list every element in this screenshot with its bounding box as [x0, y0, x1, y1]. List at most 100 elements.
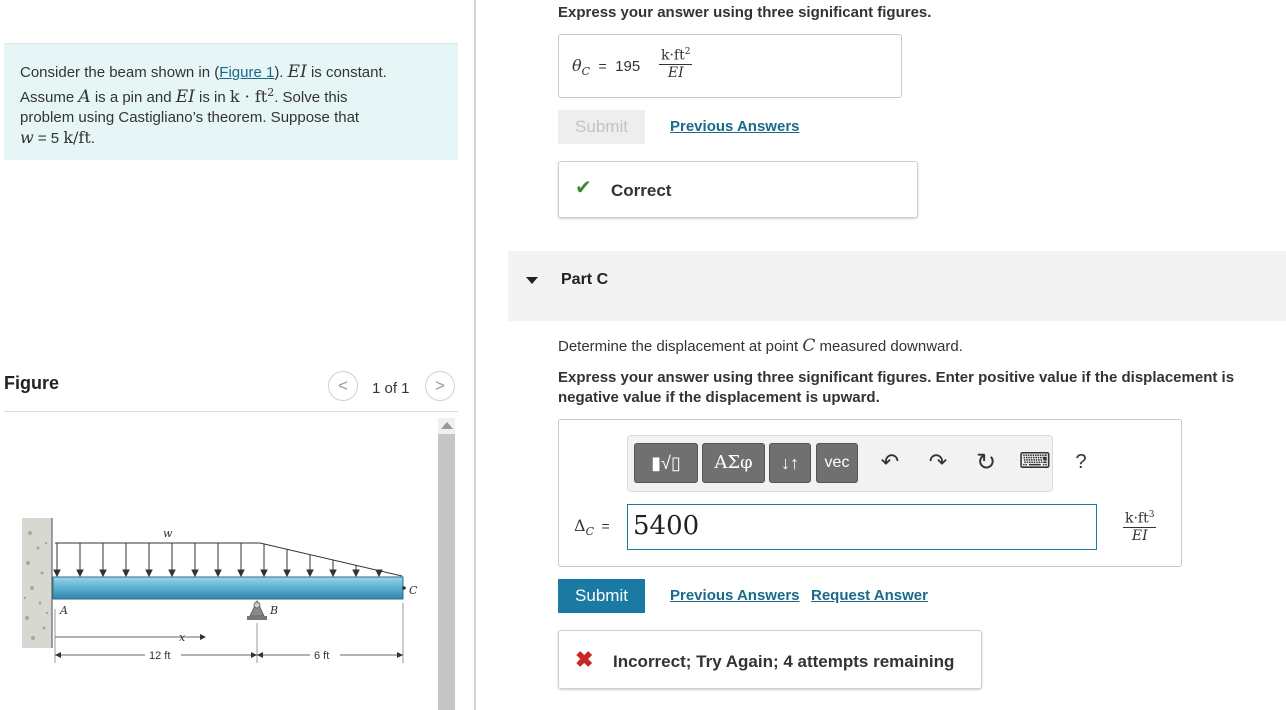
- label-x: x: [179, 631, 186, 644]
- figure-next-button[interactable]: >: [425, 371, 455, 401]
- unit-exponent: 3: [1148, 510, 1155, 520]
- beam: [52, 576, 404, 600]
- greek-icon: ΑΣφ: [714, 452, 753, 473]
- theta-subscript: C: [581, 65, 591, 79]
- partb-answer-value: 195: [615, 58, 641, 75]
- w-symbol: w: [20, 128, 34, 147]
- equals-sign: =: [601, 518, 610, 534]
- load-label: w: [163, 527, 173, 540]
- theta-symbol: θ: [572, 56, 582, 75]
- help-icon: ?: [1075, 451, 1087, 473]
- reset-icon: ↻: [975, 449, 997, 476]
- problem-statement: Consider the beam shown in (Figure 1). E…: [4, 43, 458, 160]
- w-unit: k/ft: [63, 128, 91, 147]
- vec-icon: vec: [824, 454, 850, 471]
- partc-question: Determine the displacement at point C me…: [558, 336, 963, 356]
- instruction-line: Express your answer using three signific…: [558, 369, 1235, 386]
- vector-button[interactable]: vec: [816, 443, 858, 483]
- problem-text: is constant.: [310, 64, 387, 81]
- partb-answer-box: θC = 195 k·ft2 EI: [558, 34, 902, 98]
- problem-text: is in: [199, 89, 226, 106]
- problem-text: ).: [274, 64, 284, 81]
- delta-symbol: Δ: [574, 516, 586, 535]
- label-b: B: [269, 604, 278, 617]
- partc-answer-input[interactable]: 5400: [627, 504, 1097, 550]
- partb-feedback-text: Correct: [611, 181, 672, 200]
- w-value: = 5: [37, 130, 60, 147]
- unit-numerator: k·ft: [661, 47, 685, 64]
- x-mark-icon: ✖: [575, 647, 594, 672]
- partc-title: Part C: [561, 271, 609, 288]
- pin-support-b: [247, 600, 267, 620]
- partc-answer-box: ▮√▯ ΑΣφ ↓↑ vec ↶ ↷ ↻ ⌨ ? ΔC = 5400 k·ft3…: [558, 419, 1182, 567]
- question-text: measured downward.: [819, 338, 963, 355]
- partc-feedback: ✖ Incorrect; Try Again; 4 attempts remai…: [558, 630, 982, 689]
- panel-divider: [474, 0, 476, 710]
- figure-title: Figure: [4, 373, 60, 393]
- load-line: [55, 542, 403, 577]
- arrows-button[interactable]: ↓↑: [769, 443, 811, 483]
- partc-instruction: Express your answer using three signific…: [558, 368, 1286, 408]
- problem-text: . Solve this: [274, 89, 348, 106]
- dim-12ft: 12 ft: [149, 650, 170, 662]
- scroll-up-icon[interactable]: [441, 422, 453, 429]
- c-symbol: C: [802, 336, 816, 356]
- partc-input-value: 5400: [633, 511, 700, 541]
- problem-text: Assume: [20, 89, 75, 106]
- figure-link[interactable]: Figure 1: [219, 64, 274, 81]
- partb-instruction: Express your answer using three signific…: [558, 4, 932, 21]
- undo-icon: ↶: [880, 449, 900, 474]
- partb-feedback: ✔ Correct: [558, 161, 918, 218]
- templates-icon: ▮√▯: [651, 453, 681, 473]
- chevron-left-icon: <: [338, 376, 348, 395]
- problem-text: problem using Castigliano’s theorem. Sup…: [20, 109, 360, 126]
- label-a: A: [59, 604, 68, 617]
- reset-button[interactable]: ↻: [972, 448, 1000, 477]
- unit-exponent: 2: [684, 47, 691, 57]
- greek-symbols-button[interactable]: ΑΣφ: [702, 443, 765, 483]
- figure-prev-button[interactable]: <: [328, 371, 358, 401]
- a-symbol: A: [78, 87, 91, 107]
- templates-button[interactable]: ▮√▯: [634, 443, 698, 483]
- figure-divider: [4, 411, 458, 412]
- label-c: C: [409, 584, 418, 597]
- redo-button[interactable]: ↷: [924, 449, 952, 475]
- chevron-right-icon: >: [435, 376, 445, 395]
- partc-header[interactable]: Part C: [508, 251, 1286, 321]
- keyboard-icon: ⌨: [1019, 448, 1051, 473]
- delta-subscript: C: [585, 525, 594, 539]
- math-toolbar: ▮√▯ ΑΣφ ↓↑ vec ↶ ↷ ↻ ⌨: [627, 435, 1053, 492]
- figure-scrollbar-thumb[interactable]: [438, 434, 455, 710]
- problem-text: Consider the beam shown in (: [20, 64, 220, 81]
- partc-feedback-text: Incorrect; Try Again; 4 attempts remaini…: [613, 652, 955, 671]
- help-button[interactable]: ?: [1069, 451, 1093, 474]
- request-answer-link[interactable]: Request Answer: [811, 587, 928, 604]
- caret-down-icon[interactable]: [526, 277, 538, 284]
- dim-6ft: 6 ft: [314, 650, 329, 662]
- ei-symbol: EI: [175, 87, 195, 107]
- partb-submit-button[interactable]: Submit: [558, 110, 645, 144]
- checkmark-icon: ✔: [575, 177, 592, 199]
- unit-symbol: k · ft: [229, 87, 268, 106]
- instruction-line: negative value if the displacement is up…: [558, 389, 880, 406]
- unit-denominator: EI: [1131, 527, 1148, 544]
- partb-answer-line: θC = 195: [572, 56, 640, 78]
- unit-numerator: k·ft: [1125, 510, 1149, 527]
- partb-previous-answers-link[interactable]: Previous Answers: [670, 118, 800, 135]
- unit-denominator: EI: [667, 64, 684, 81]
- equals-sign: =: [598, 58, 607, 74]
- partb-unit: k·ft2 EI: [659, 47, 693, 81]
- ei-symbol: EI: [287, 62, 307, 82]
- arrows-icon: ↓↑: [781, 453, 799, 473]
- undo-button[interactable]: ↶: [876, 449, 904, 475]
- keyboard-button[interactable]: ⌨: [1019, 448, 1051, 474]
- delta-label: ΔC =: [574, 516, 610, 538]
- problem-text: .: [90, 130, 95, 147]
- partc-previous-answers-link[interactable]: Previous Answers: [670, 587, 800, 604]
- problem-text: is a pin and: [94, 89, 172, 106]
- redo-icon: ↷: [928, 449, 948, 474]
- partc-submit-button[interactable]: Submit: [558, 579, 645, 613]
- figure-counter: 1 of 1: [372, 380, 410, 397]
- point-c: [402, 586, 406, 590]
- question-text: Determine the displacement at point: [558, 338, 799, 355]
